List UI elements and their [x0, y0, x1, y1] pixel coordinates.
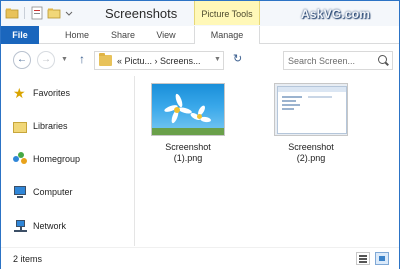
- homegroup-icon: [13, 152, 27, 166]
- item-count: 2 items: [13, 254, 43, 264]
- file-name-line: (1).png: [173, 153, 203, 163]
- tab-file[interactable]: File: [1, 26, 39, 44]
- picture-tools-context-tab: Picture Tools: [194, 1, 260, 25]
- brand-watermark: AskVG.com: [301, 7, 371, 21]
- refresh-button[interactable]: ↻: [233, 52, 242, 65]
- title-bar: Picture Tools Screenshots AskVG.com –: [1, 1, 399, 27]
- new-folder-icon[interactable]: [47, 6, 61, 20]
- file-name-line: (2).png: [296, 153, 326, 163]
- image-thumbnail[interactable]: [151, 83, 225, 136]
- nav-item-libraries[interactable]: Libraries: [13, 118, 68, 134]
- folder-icon[interactable]: [5, 6, 19, 20]
- properties-icon[interactable]: [30, 6, 44, 20]
- tab-home[interactable]: Home: [59, 26, 95, 44]
- nav-item-label: Network: [33, 221, 67, 231]
- file-name[interactable]: Screenshot (2).png: [266, 142, 356, 164]
- nav-item-label: Libraries: [33, 121, 68, 131]
- folder-icon: [99, 53, 112, 66]
- address-bar[interactable]: « Pictu... › Screens...: [94, 51, 224, 70]
- nav-item-homegroup[interactable]: Homegroup: [13, 151, 80, 167]
- nav-item-label: Favorites: [33, 88, 71, 98]
- nav-item-favorites[interactable]: ★ Favorites: [13, 85, 70, 101]
- network-icon: [13, 219, 27, 233]
- forward-button[interactable]: →: [37, 51, 55, 69]
- search-input[interactable]: [288, 54, 374, 68]
- computer-icon: [13, 185, 27, 199]
- file-name-line: Screenshot: [165, 142, 211, 152]
- details-view-button[interactable]: [356, 252, 370, 265]
- nav-item-label: Computer: [33, 187, 73, 197]
- image-thumbnail[interactable]: [274, 83, 348, 136]
- recent-locations-icon[interactable]: ▼: [61, 56, 68, 63]
- file-item[interactable]: Screenshot (1).png: [143, 83, 233, 164]
- tab-manage[interactable]: Manage: [194, 26, 260, 44]
- libraries-icon: [13, 121, 27, 133]
- quick-access-toolbar: [5, 6, 78, 20]
- file-list: Screenshot (1).png Screenshot (2).png: [136, 76, 399, 246]
- ribbon-tabs: File Home Share View Manage ?: [1, 26, 399, 67]
- tab-view[interactable]: View: [151, 26, 181, 44]
- address-row: ← → ▼ ↑ « Pictu... › Screens... ▼ ↻: [1, 45, 399, 75]
- star-icon: ★: [13, 85, 26, 101]
- window-title: Screenshots: [105, 6, 178, 21]
- file-item[interactable]: Screenshot (2).png: [266, 83, 356, 164]
- nav-item-label: Homegroup: [33, 154, 81, 164]
- file-name[interactable]: Screenshot (1).png: [143, 142, 233, 164]
- nav-item-network[interactable]: Network: [13, 218, 66, 234]
- tab-share[interactable]: Share: [105, 26, 141, 44]
- status-bar: 2 items: [1, 247, 399, 269]
- up-button[interactable]: ↑: [79, 52, 85, 66]
- search-box[interactable]: [283, 51, 393, 70]
- navigation-pane: ★ Favorites Libraries Homegroup Computer: [1, 76, 135, 246]
- address-path[interactable]: « Pictu... › Screens...: [117, 56, 201, 66]
- search-icon[interactable]: [378, 55, 387, 64]
- file-name-line: Screenshot: [288, 142, 334, 152]
- customize-dropdown-icon[interactable]: [64, 6, 78, 20]
- address-dropdown-icon[interactable]: ▼: [214, 56, 221, 63]
- back-button[interactable]: ←: [13, 51, 31, 69]
- nav-item-computer[interactable]: Computer: [13, 184, 73, 200]
- explorer-window: Picture Tools Screenshots AskVG.com – Fi…: [0, 0, 400, 269]
- large-icons-view-button[interactable]: [375, 252, 389, 265]
- toolbar-separator: [24, 7, 25, 19]
